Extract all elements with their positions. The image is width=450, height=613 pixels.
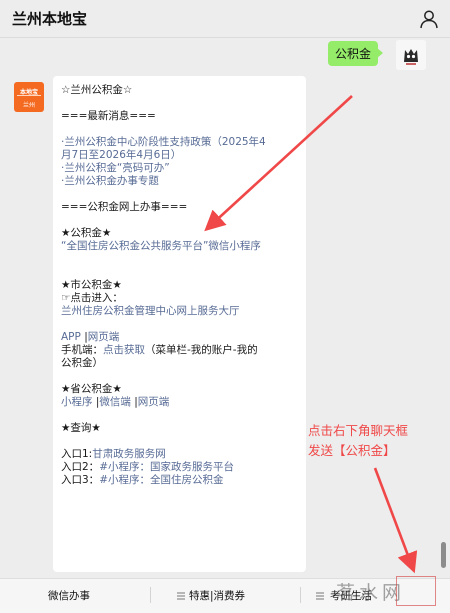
query-entry-2: 入口2：#小程序：国家政务服务平台 bbox=[61, 461, 299, 474]
province-miniprogram-link[interactable]: 小程序 bbox=[61, 396, 93, 408]
top-bar: 兰州本地宝 bbox=[0, 0, 450, 38]
city-web-link[interactable]: 网页端 bbox=[88, 331, 120, 343]
menu-divider-1 bbox=[150, 587, 151, 603]
province-web-link[interactable]: 网页端 bbox=[138, 396, 170, 408]
app-separator: | bbox=[80, 331, 88, 343]
watermark-text: 茗水网 bbox=[336, 582, 406, 604]
bot-avatar[interactable]: 本地宝 兰州 bbox=[14, 82, 44, 112]
province-fund-heading: ★省公积金★ bbox=[61, 383, 122, 395]
chat-title: 兰州本地宝 bbox=[12, 10, 88, 28]
news-link-topic[interactable]: ·兰州公积金办事专题 bbox=[61, 175, 299, 188]
bot-avatar-divider bbox=[17, 95, 41, 96]
menu-item-wechat-services[interactable]: 微信办事 bbox=[48, 588, 90, 603]
online-services-heading: ===公积金网上办事=== bbox=[61, 201, 188, 213]
province-wechat-link[interactable]: 微信端 bbox=[99, 396, 131, 408]
mobile-row: 手机端：点击获取（菜单栏-我的账户-我的 bbox=[61, 344, 299, 357]
province-separator-2: | bbox=[130, 396, 138, 408]
arrow-to-chat-input bbox=[373, 467, 418, 574]
national-gov-miniprogram-link[interactable]: #小程序：国家政务服务平台 bbox=[99, 461, 234, 473]
annotation-line-2: 发送【公积金】 bbox=[308, 443, 396, 458]
message-content: ☆兰州公积金☆ ===最新消息=== ·兰州公积金中心阶段性支持政策（2025年… bbox=[61, 84, 299, 487]
query-heading: ★查询★ bbox=[61, 422, 101, 434]
submenu-icon bbox=[316, 592, 324, 600]
mobile-note-cont: 公积金） bbox=[61, 357, 103, 369]
query-entry-1-label: 入口1: bbox=[61, 448, 93, 460]
my-avatar[interactable] bbox=[396, 40, 426, 70]
city-click-label: ☞点击进入： bbox=[61, 292, 123, 304]
city-fund-heading: ★市公积金★ bbox=[61, 279, 122, 291]
national-fund-heading: ★公积金★ bbox=[61, 227, 112, 239]
user-profile-icon[interactable] bbox=[418, 8, 440, 30]
menu-item-coupons[interactable]: 特惠|消费券 bbox=[189, 588, 245, 603]
mobile-label: 手机端： bbox=[61, 344, 103, 356]
app-link[interactable]: APP bbox=[61, 331, 81, 343]
query-entry-1: 入口1:甘肃政务服务网 bbox=[61, 448, 299, 461]
annotation-instruction: 点击右下角聊天框 发送【公积金】 bbox=[308, 421, 448, 461]
news-link-policy[interactable]: ·兰州公积金中心阶段性支持政策（2025年4 bbox=[61, 136, 299, 149]
city-service-hall-link[interactable]: 兰州住房公积金管理中心网上服务大厅 bbox=[61, 305, 299, 318]
query-entry-2-label: 入口2： bbox=[61, 461, 100, 473]
national-fund-miniprogram-link[interactable]: #小程序：全国住房公积金 bbox=[99, 474, 223, 486]
menu-divider-2 bbox=[300, 587, 301, 603]
query-entry-3: 入口3：#小程序：全国住房公积金 bbox=[61, 474, 299, 487]
mobile-get-link[interactable]: 点击获取 bbox=[103, 344, 145, 356]
outgoing-message: 公积金 bbox=[236, 40, 436, 70]
watermark-stamp bbox=[396, 576, 436, 606]
app-web-row: APP |网页端 bbox=[61, 331, 299, 344]
message-title: ☆兰州公积金☆ bbox=[61, 84, 133, 96]
submenu-icon bbox=[177, 592, 185, 600]
province-links-row: 小程序 |微信端 |网页端 bbox=[61, 396, 299, 409]
watermark: 茗水网 bbox=[336, 576, 436, 608]
news-heading: ===最新消息=== bbox=[61, 110, 156, 122]
incoming-message-card: ☆兰州公积金☆ ===最新消息=== ·兰州公积金中心阶段性支持政策（2025年… bbox=[53, 76, 306, 572]
query-entry-3-label: 入口3： bbox=[61, 474, 100, 486]
news-link-code[interactable]: ·兰州公积金“亮码可办” bbox=[61, 162, 299, 175]
national-platform-link[interactable]: “全国住房公积金公共服务平台”微信小程序 bbox=[61, 240, 299, 253]
bot-avatar-city: 兰州 bbox=[22, 102, 35, 109]
gansu-gov-link[interactable]: 甘肃政务服务网 bbox=[92, 448, 166, 460]
annotation-line-1: 点击右下角聊天框 bbox=[308, 423, 409, 438]
scrollbar-thumb[interactable] bbox=[441, 542, 446, 568]
news-link-policy-dates[interactable]: 月7日至2026年4月6日） bbox=[61, 149, 299, 162]
mobile-note: （菜单栏-我的账户-我的 bbox=[145, 344, 258, 356]
outgoing-bubble: 公积金 bbox=[327, 41, 384, 66]
